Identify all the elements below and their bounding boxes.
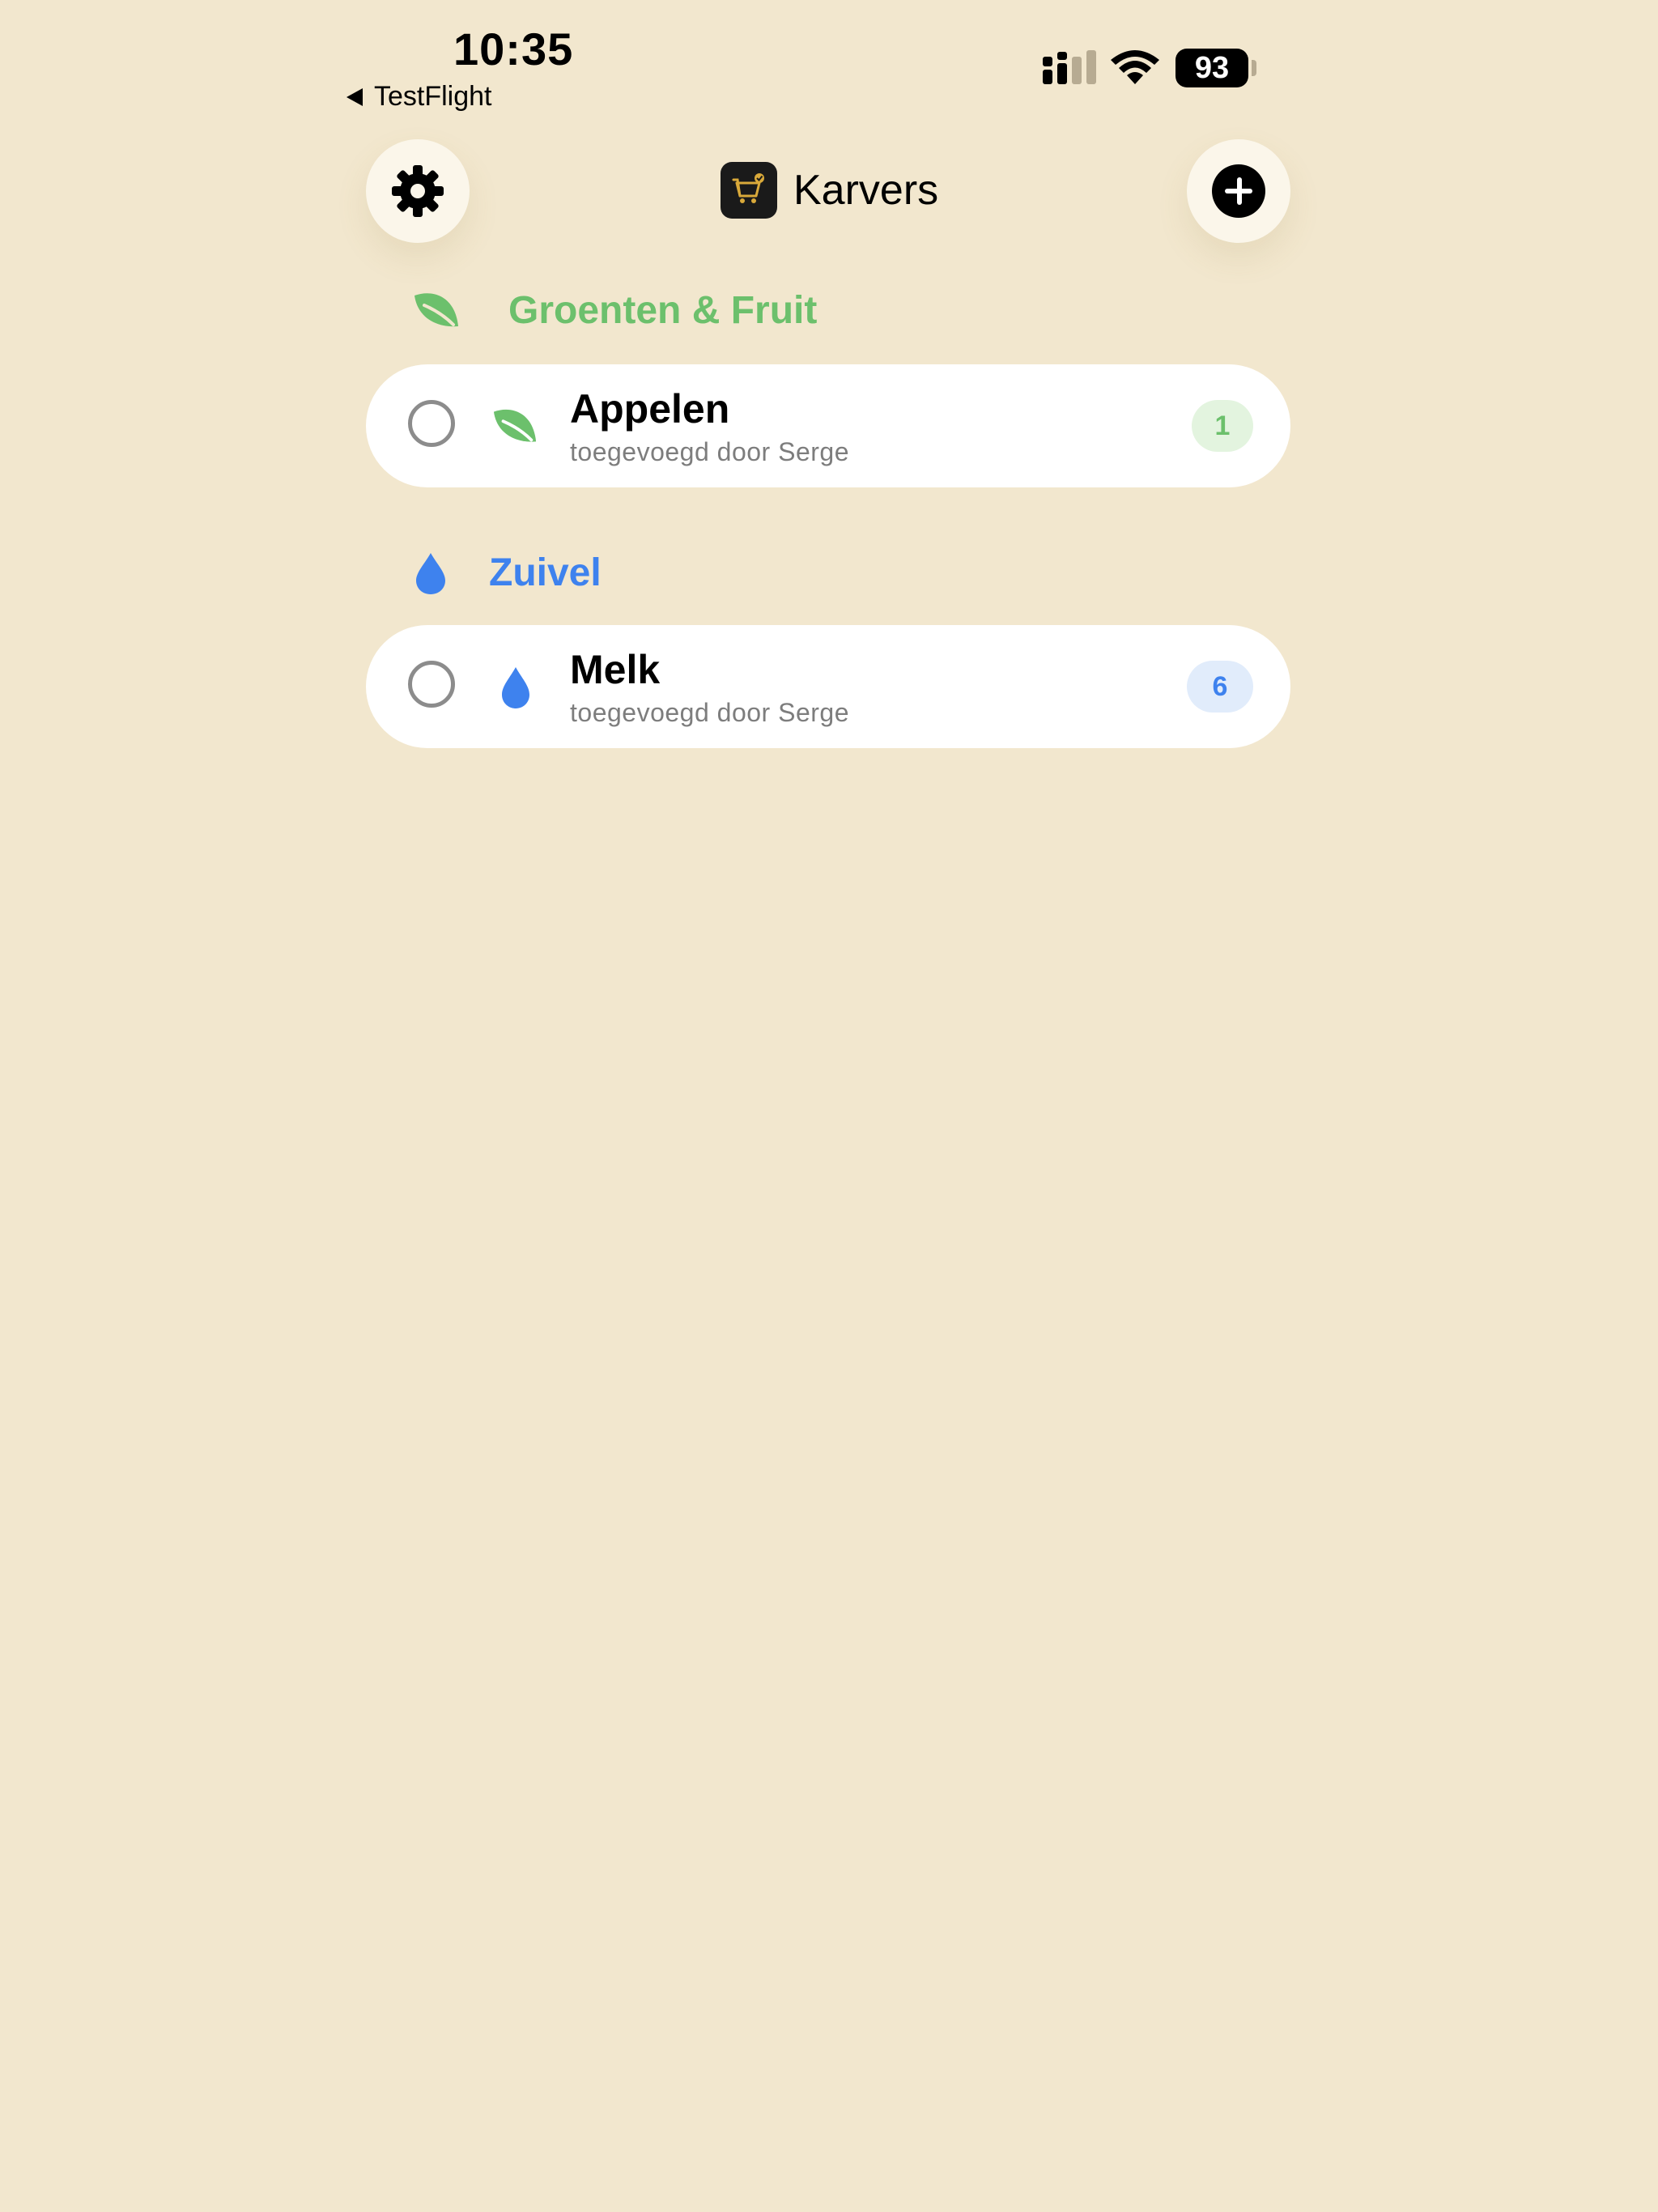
plus-circle-icon (1212, 164, 1265, 218)
leaf-icon (493, 409, 537, 442)
section-title: Groenten & Fruit (508, 289, 818, 332)
back-link-label: TestFlight (374, 81, 492, 112)
shopping-cart-icon (721, 162, 777, 219)
item-name: Melk (570, 647, 661, 692)
item-added-by: toegevoegd door Serge (570, 437, 849, 466)
add-item-button[interactable] (1187, 139, 1290, 243)
item-checkbox[interactable] (408, 661, 455, 708)
quantity-badge: 1 (1192, 400, 1253, 452)
cellular-signal-icon (1043, 50, 1096, 84)
shopping-list-screen: 10:35 TestFlight 93 Karvers Groenten & F… (0, 0, 1658, 2212)
wifi-icon (1111, 50, 1159, 84)
page-title: Karvers (793, 167, 939, 214)
settings-button[interactable] (366, 139, 470, 243)
gear-icon (392, 165, 444, 217)
back-arrow-icon (346, 87, 363, 106)
section-header-groenten-fruit: Groenten & Fruit (413, 288, 817, 333)
section-title: Zuivel (489, 551, 602, 594)
app-title: Karvers (721, 162, 938, 219)
drop-icon (502, 667, 529, 708)
item-added-by: toegevoegd door Serge (570, 698, 849, 727)
battery-indicator: 93 (1175, 49, 1248, 87)
section-header-zuivel: Zuivel (414, 551, 602, 595)
back-to-testflight-link[interactable]: TestFlight (346, 81, 492, 113)
item-checkbox[interactable] (408, 400, 455, 447)
list-item-appelen[interactable]: Appelen toegevoegd door Serge 1 (366, 364, 1290, 487)
status-time: 10:35 (453, 23, 574, 74)
quantity-badge: 6 (1187, 661, 1253, 713)
leaf-icon (414, 292, 458, 326)
item-name: Appelen (570, 386, 730, 432)
list-item-melk[interactable]: Melk toegevoegd door Serge 6 (366, 625, 1290, 748)
battery-tip (1252, 60, 1256, 76)
drop-icon (416, 552, 445, 594)
